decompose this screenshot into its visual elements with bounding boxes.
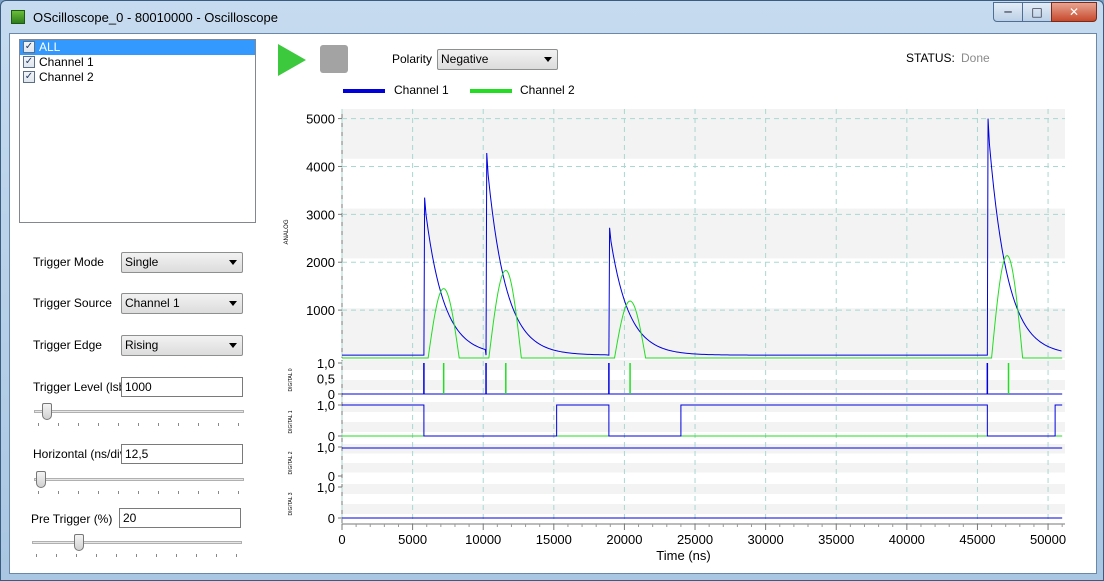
x-tick-label: 45000 (959, 532, 995, 547)
y-tick-label: 5000 (306, 112, 335, 127)
plot-band (342, 380, 1065, 390)
x-tick-label: 10000 (465, 532, 501, 547)
minimize-icon[interactable]: ─ (993, 2, 1023, 22)
plot-band (342, 208, 1065, 259)
y-tick-label: 1,0 (317, 356, 335, 371)
x-tick-label: 50000 (1030, 532, 1066, 547)
window-controls: ─ □ ✕ (993, 2, 1097, 22)
y-tick-label: 1000 (306, 303, 335, 318)
y-tick-label: 4000 (306, 159, 335, 174)
plot-band (342, 463, 1065, 473)
plot-band (342, 444, 1065, 454)
x-tick-label: 15000 (536, 532, 572, 547)
oscilloscope-plot[interactable]: 50004000300020001000ANALOGDIGITAL 01,00,… (10, 34, 1096, 573)
y-tick-label: 0 (328, 511, 335, 526)
plot-band (342, 109, 1065, 159)
digital-axis-label: DIGITAL 1 (288, 410, 294, 433)
y-tick-label: 0,5 (317, 372, 335, 387)
x-axis-label: Time (ns) (656, 548, 710, 563)
x-tick-label: 40000 (889, 532, 925, 547)
oscilloscope-window: OScilloscope_0 - 80010000 - Oscilloscope… (0, 0, 1104, 581)
maximize-icon[interactable]: □ (1022, 2, 1052, 22)
plot-band (342, 402, 1065, 412)
x-tick-label: 35000 (818, 532, 854, 547)
plot-band (342, 422, 1065, 432)
y-tick-label: 1,0 (317, 398, 335, 413)
y-tick-label: 3000 (306, 207, 335, 222)
y-tick-label: 2000 (306, 255, 335, 270)
x-tick-label: 25000 (677, 532, 713, 547)
x-tick-label: 0 (338, 532, 345, 547)
plot-band (342, 504, 1065, 514)
analog-axis-label: ANALOG (284, 219, 290, 244)
title-bar[interactable]: OScilloscope_0 - 80010000 - Oscilloscope… (1, 1, 1103, 33)
digital-axis-label: DIGITAL 2 (288, 451, 294, 474)
x-tick-label: 5000 (398, 532, 427, 547)
window-title: OScilloscope_0 - 80010000 - Oscilloscope (33, 10, 278, 25)
close-icon[interactable]: ✕ (1051, 2, 1097, 22)
x-tick-label: 30000 (748, 532, 784, 547)
x-tick-label: 20000 (606, 532, 642, 547)
client-area: ✓ ALL ✓ Channel 1 ✓ Channel 2 Trigger Mo… (9, 33, 1097, 574)
digital-axis-label: DIGITAL 3 (288, 492, 294, 515)
y-tick-label: 1,0 (317, 440, 335, 455)
digital-axis-label: DIGITAL 0 (288, 368, 294, 391)
y-tick-label: 1,0 (317, 480, 335, 495)
plot-band (342, 360, 1065, 370)
app-icon (11, 10, 25, 24)
plot-band (342, 308, 1065, 358)
plot-band (342, 484, 1065, 494)
